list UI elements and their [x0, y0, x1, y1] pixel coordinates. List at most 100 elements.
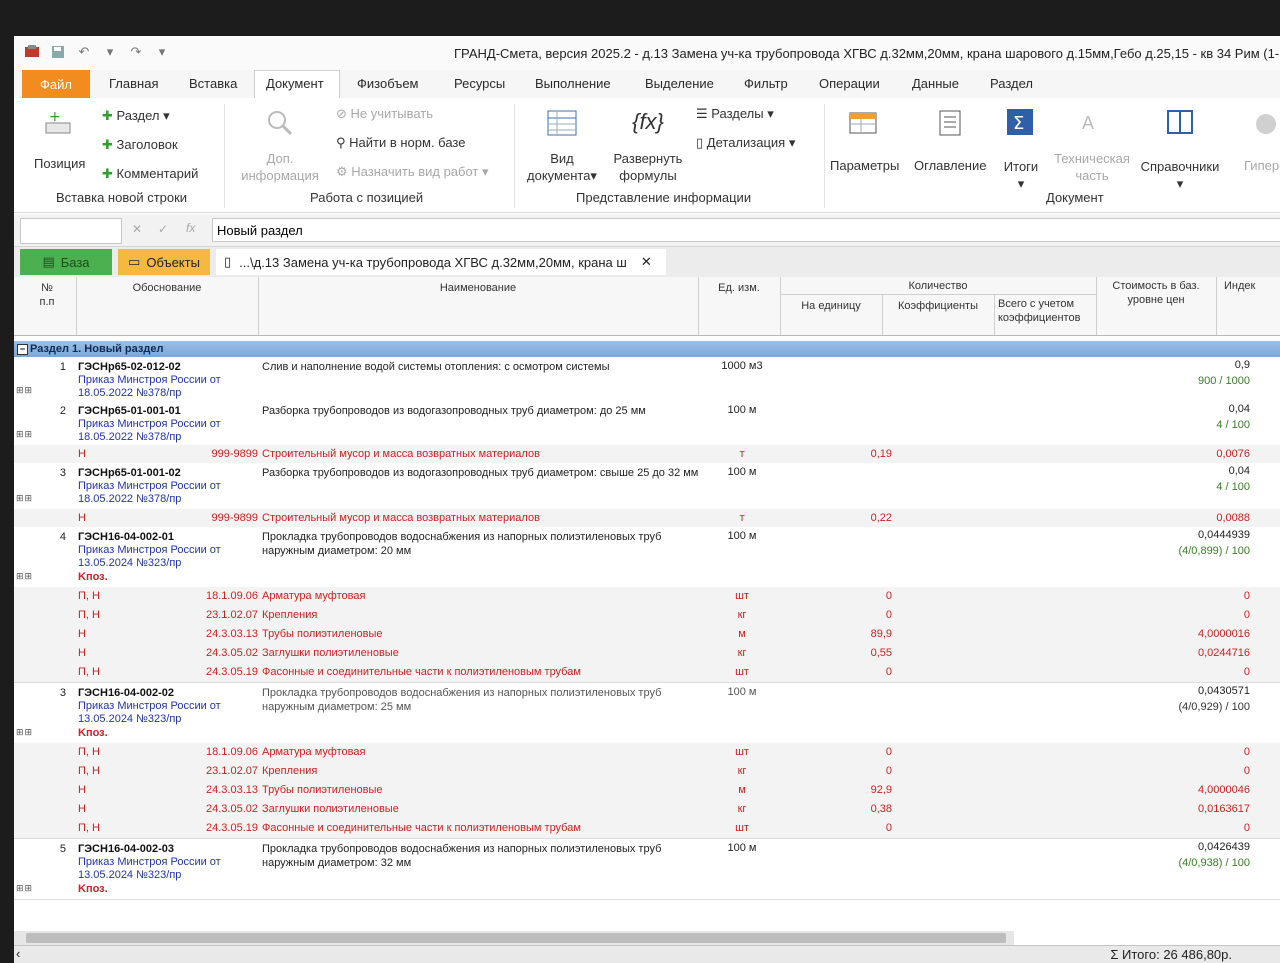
resource-row[interactable]: Н 999-9899 Строительный мусор и масса во…	[14, 445, 1280, 464]
resource-row[interactable]: П, Н 23.1.02.07 Крепления кг 0 0	[14, 762, 1280, 782]
name-box[interactable]	[20, 218, 122, 244]
table-row[interactable]: 1 ГЭСНр65-02-012-02 Приказ Минстроя Росс…	[14, 357, 1280, 402]
resource-row[interactable]: Н 24.3.05.02 Заглушки полиэтиленовые кг 0,55…	[14, 644, 1280, 664]
ignore-button[interactable]: ⊘ Не учитывать	[336, 106, 433, 122]
totals-button[interactable]: Итоги ▾	[998, 158, 1044, 192]
expand-formulas-label-2: формулы	[619, 168, 677, 183]
references-button[interactable]: Справочники ▾	[1138, 158, 1222, 192]
menu-physvolume[interactable]: Физобъем	[357, 76, 419, 91]
redo-icon[interactable]: ↷	[128, 44, 144, 60]
col-quantity[interactable]: Количество	[780, 279, 1096, 293]
collapse-icon[interactable]: −	[17, 344, 28, 355]
toc-button[interactable]: Оглавление	[914, 158, 986, 173]
resource-row[interactable]: П, Н 18.1.09.06 Арматура муфтовая шт 0 0	[14, 743, 1280, 763]
hyperlinks-button[interactable]: Гиперсс	[1244, 158, 1280, 173]
close-icon[interactable]: ✕	[641, 254, 652, 270]
app-window: ↶ ▾ ↷ ▾ ГРАНД-Смета, версия 2025.2 - д.1…	[14, 36, 1280, 963]
resource-row[interactable]: П, Н 18.1.09.06 Арматура муфтовая шт 0 0	[14, 587, 1280, 607]
formula-input[interactable]: Новый раздел	[212, 218, 1280, 242]
menu-execution[interactable]: Выполнение	[535, 76, 611, 91]
col-basis[interactable]: Обоснование	[76, 281, 258, 295]
resource-row[interactable]: П, Н 24.3.05.19 Фасонные и соединительные …	[14, 663, 1280, 683]
resource-tag: П, Н	[78, 746, 100, 758]
col-num[interactable]: № п.п	[32, 281, 62, 309]
col-cost[interactable]: Стоимость в баз. уровне цен	[1096, 279, 1216, 307]
resource-row[interactable]: Н 24.3.03.13 Трубы полиэтиленовые м 92,9 4,00…	[14, 781, 1280, 801]
confirm-icon[interactable]: ✓	[158, 222, 168, 236]
menu-home[interactable]: Главная	[109, 76, 158, 91]
undo-icon[interactable]: ↶	[76, 44, 92, 60]
customize-icon[interactable]: ▾	[154, 44, 170, 60]
tab-document[interactable]: ▯ ...\д.13 Замена уч-ка трубопровода ХГВ…	[216, 249, 666, 275]
table-row[interactable]: 3 ГЭСНр65-01-001-02 Приказ Минстроя Росс…	[14, 463, 1280, 510]
save-icon[interactable]	[50, 44, 66, 60]
expand-icons[interactable]: ⊞⊞	[16, 883, 33, 894]
resource-row[interactable]: П, Н 24.3.05.19 Фасонные и соединительные …	[14, 819, 1280, 839]
sections-dropdown[interactable]: ☰ Разделы ▾	[696, 106, 774, 122]
row-result: 0,04 4 / 100	[1216, 463, 1250, 495]
expand-icons[interactable]: ⊞⊞	[16, 571, 33, 582]
col-index[interactable]: Индек	[1224, 279, 1280, 293]
expand-icons[interactable]: ⊞⊞	[16, 727, 33, 738]
menu-document[interactable]: Документ	[266, 76, 324, 91]
menu-resources[interactable]: Ресурсы	[454, 76, 505, 91]
menu-filter[interactable]: Фильтр	[744, 76, 788, 91]
resource-tag: Н	[78, 647, 86, 659]
detail-dropdown[interactable]: ▯ Детализация ▾	[696, 135, 795, 151]
menu-data[interactable]: Данные	[912, 76, 959, 91]
scrollbar-thumb[interactable]	[26, 933, 1006, 943]
row-formula: 900 / 1000	[1198, 375, 1250, 387]
position-button[interactable]: Позиция	[34, 156, 85, 171]
scroll-left-icon[interactable]: ‹	[16, 946, 20, 961]
section-row[interactable]: − Раздел 1. Новый раздел	[14, 341, 1280, 357]
menu-section[interactable]: Раздел	[990, 76, 1033, 91]
resource-row[interactable]: П, Н 23.1.02.07 Крепления кг 0 0	[14, 606, 1280, 626]
col-total-coef[interactable]: Всего с учетом коэффициентов	[998, 297, 1094, 325]
sections-label: Разделы	[711, 106, 764, 121]
table-row[interactable]: 3 ГЭСН16-04-002-02 Приказ Минстроя Росси…	[14, 683, 1280, 744]
dropdown-icon[interactable]: ▾	[102, 44, 118, 60]
parameters-button[interactable]: Параметры	[830, 158, 899, 173]
expand-icons[interactable]: ⊞⊞	[16, 429, 33, 440]
resource-total: 0	[1243, 765, 1250, 777]
cancel-icon[interactable]: ✕	[132, 222, 142, 236]
table-row[interactable]: 4 ГЭСН16-04-002-01 Приказ Минстроя Росси…	[14, 527, 1280, 588]
window-title: ГРАНД-Смета, версия 2025.2 - д.13 Замена…	[454, 46, 1280, 61]
tab-base[interactable]: ▤ База	[20, 249, 112, 275]
table-row[interactable]: 5 ГЭСН16-04-002-03 Приказ Минстроя Росси…	[14, 839, 1280, 900]
resource-row[interactable]: Н 24.3.03.13 Трубы полиэтиленовые м 89,9 4,00…	[14, 625, 1280, 645]
col-per-unit[interactable]: На единицу	[780, 299, 882, 313]
menu-selection[interactable]: Выделение	[645, 76, 714, 91]
fx-icon[interactable]: fx	[186, 221, 195, 235]
resource-name: Арматура муфтовая	[262, 590, 366, 602]
col-unit[interactable]: Ед. изм.	[698, 281, 780, 295]
menu-insert[interactable]: Вставка	[189, 76, 237, 91]
expand-formulas-button[interactable]: Развернуть формулы	[604, 150, 692, 184]
section-button[interactable]: ✚ Раздел ▾	[102, 108, 170, 124]
tab-objects[interactable]: ▭ Объекты	[118, 249, 210, 275]
additional-info-button[interactable]: Доп. информация	[236, 150, 324, 184]
row-formula: (4/0,938) / 100	[1178, 857, 1250, 869]
heading-button[interactable]: ✚ Заголовок	[102, 137, 178, 153]
resource-total: 4,0000046	[1198, 784, 1250, 796]
resource-unit: кг	[737, 609, 747, 621]
resource-row[interactable]: Н 999-9899 Строительный мусор и масса во…	[14, 509, 1280, 528]
table-row[interactable]: 2 ГЭСНр65-01-001-01 Приказ Минстроя Росс…	[14, 401, 1280, 446]
resource-row[interactable]: Н 24.3.05.02 Заглушки полиэтиленовые кг 0,38…	[14, 800, 1280, 820]
document-view-button[interactable]: Вид документа▾	[520, 150, 604, 184]
col-coefficients[interactable]: Коэффициенты	[882, 299, 994, 313]
find-norm-button[interactable]: ⚲ Найти в норм. базе	[336, 135, 465, 151]
tech-part-button[interactable]: Техническая часть	[1050, 150, 1134, 184]
row-formula: (4/0,929) / 100	[1178, 701, 1250, 713]
expand-icons[interactable]: ⊞⊞	[16, 385, 33, 396]
quick-access-toolbar: ↶ ▾ ↷ ▾	[24, 44, 170, 60]
comment-button[interactable]: ✚ Комментарий	[102, 166, 198, 182]
col-name[interactable]: Наименование	[258, 281, 698, 295]
expand-icons[interactable]: ⊞⊞	[16, 493, 33, 504]
assign-work-type-button[interactable]: ⚙ Назначить вид работ ▾	[336, 164, 489, 180]
row-unit: 100 м	[727, 686, 757, 698]
horizontal-scrollbar[interactable]	[14, 931, 1014, 945]
menu-operations[interactable]: Операции	[819, 76, 880, 91]
resource-name: Фасонные и соединительные части к полиэт…	[262, 822, 581, 834]
menu-file[interactable]: Файл	[22, 70, 90, 98]
